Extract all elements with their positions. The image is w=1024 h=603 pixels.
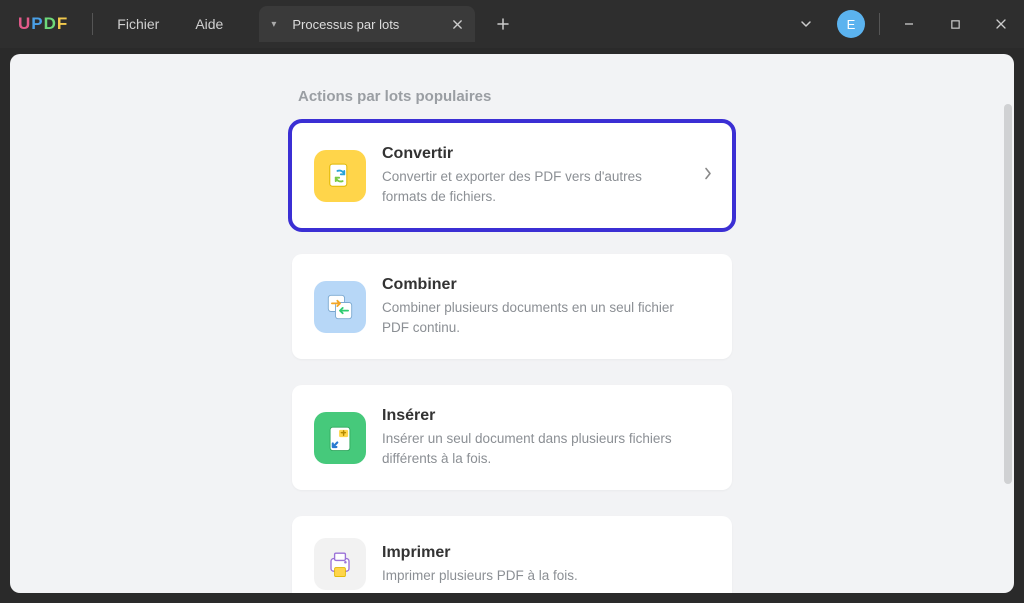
card-title: Convertir bbox=[382, 145, 676, 163]
content-pane: Actions par lots populaires Convertir Co… bbox=[10, 54, 1014, 593]
scroll-area: Actions par lots populaires Convertir Co… bbox=[10, 54, 1014, 593]
card-combiner[interactable]: Combiner Combiner plusieurs documents en… bbox=[292, 254, 732, 359]
print-icon bbox=[314, 538, 366, 590]
window-minimize-icon[interactable] bbox=[886, 0, 932, 48]
tab-close-icon[interactable] bbox=[447, 14, 467, 34]
card-inserer[interactable]: Insérer Insérer un seul document dans pl… bbox=[292, 385, 732, 490]
menu-file[interactable]: Fichier bbox=[99, 16, 177, 32]
section-title: Actions par lots populaires bbox=[298, 88, 732, 105]
insert-icon bbox=[314, 412, 366, 464]
card-desc: Insérer un seul document dans plusieurs … bbox=[382, 429, 676, 468]
tab-label: Processus par lots bbox=[292, 17, 399, 32]
dropdown-button[interactable] bbox=[783, 0, 829, 48]
user-avatar[interactable]: E bbox=[837, 10, 865, 38]
card-convertir[interactable]: Convertir Convertir et exporter des PDF … bbox=[292, 123, 732, 228]
card-title: Combiner bbox=[382, 276, 676, 294]
divider bbox=[92, 13, 93, 35]
scrollbar[interactable] bbox=[1004, 104, 1012, 484]
window-close-icon[interactable] bbox=[978, 0, 1024, 48]
combine-icon bbox=[314, 281, 366, 333]
card-title: Imprimer bbox=[382, 544, 676, 562]
tab-strip: ▾ Processus par lots bbox=[259, 6, 519, 42]
card-imprimer[interactable]: Imprimer Imprimer plusieurs PDF à la foi… bbox=[292, 516, 732, 593]
card-desc: Combiner plusieurs documents en un seul … bbox=[382, 298, 676, 337]
menu-help[interactable]: Aide bbox=[177, 16, 241, 32]
tab-batch-process[interactable]: ▾ Processus par lots bbox=[259, 6, 475, 42]
new-tab-button[interactable] bbox=[487, 8, 519, 40]
divider bbox=[879, 13, 880, 35]
title-right: E bbox=[783, 0, 1024, 48]
card-desc: Imprimer plusieurs PDF à la fois. bbox=[382, 566, 676, 586]
tab-dropdown-icon[interactable]: ▾ bbox=[271, 19, 276, 30]
app-logo: UPDF bbox=[0, 14, 86, 34]
chevron-right-icon bbox=[704, 166, 712, 185]
convert-icon bbox=[314, 150, 366, 202]
window-maximize-icon[interactable] bbox=[932, 0, 978, 48]
card-title: Insérer bbox=[382, 407, 676, 425]
card-desc: Convertir et exporter des PDF vers d'aut… bbox=[382, 167, 676, 206]
titlebar: UPDF Fichier Aide ▾ Processus par lots E bbox=[0, 0, 1024, 48]
